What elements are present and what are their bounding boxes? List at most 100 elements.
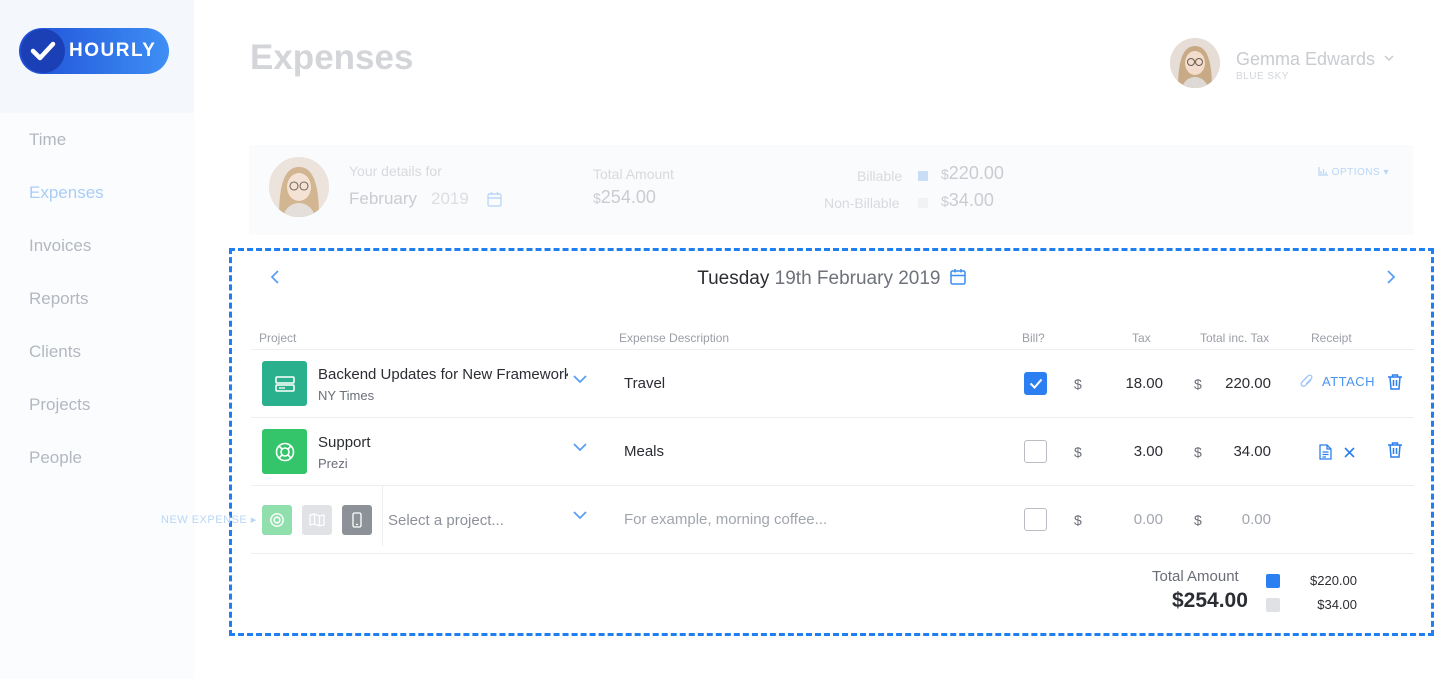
nonbillable-value: $34.00: [941, 190, 994, 211]
sidebar-item-reports[interactable]: Reports: [29, 289, 89, 309]
nonbillable-legend: [918, 198, 928, 208]
col-header-receipt: Receipt: [1311, 331, 1352, 345]
sidebar-item-people[interactable]: People: [29, 448, 82, 468]
total-input[interactable]: 0.00: [1201, 511, 1271, 528]
logo-area: HOURLY: [0, 0, 194, 113]
expense-description[interactable]: Meals: [624, 443, 664, 460]
tax-currency: $: [1074, 444, 1082, 460]
billable-value: $220.00: [941, 163, 1004, 184]
logo-text: HOURLY: [69, 40, 157, 61]
project-select[interactable]: Select a project...: [388, 512, 504, 529]
details-label: Your details for: [349, 163, 442, 179]
col-header-total: Total inc. Tax: [1200, 331, 1270, 345]
hourly-logo[interactable]: HOURLY: [19, 28, 169, 74]
project-name: Support: [318, 434, 371, 451]
sidebar-item-projects[interactable]: Projects: [29, 395, 90, 415]
server-icon: [262, 361, 307, 406]
billable-amount: 220.00: [948, 163, 1004, 183]
nonbillable-total: $34.00: [1317, 597, 1357, 612]
tax-value[interactable]: 18.00: [1093, 375, 1163, 392]
billable-checkbox[interactable]: [1024, 372, 1047, 395]
total-amount-value: $254.00: [593, 187, 656, 208]
description-input[interactable]: For example, morning coffee...: [624, 511, 827, 528]
phone-icon[interactable]: [342, 505, 372, 535]
billable-legend: [918, 171, 928, 181]
trash-icon[interactable]: [1387, 441, 1403, 458]
sidebar-item-time[interactable]: Time: [29, 130, 66, 150]
new-expense-label: NEW EXPENSE ▸: [161, 514, 257, 526]
expense-description[interactable]: Travel: [624, 375, 665, 392]
billable-label: Billable: [857, 168, 903, 184]
total-value: 254.00: [600, 187, 656, 207]
user-menu[interactable]: Gemma Edwards BLUE SKY: [1170, 38, 1410, 90]
chevron-down-icon[interactable]: [573, 443, 587, 452]
total-value[interactable]: 220.00: [1201, 375, 1271, 392]
calendar-icon[interactable]: [487, 191, 502, 207]
new-expense-text: NEW EXPENSE: [161, 514, 248, 526]
check-icon: [1029, 378, 1042, 389]
col-header-project: Project: [259, 331, 297, 345]
month-label: February: [349, 189, 418, 208]
nonbillable-currency: $: [941, 193, 949, 209]
col-header-tax: Tax: [1132, 331, 1151, 345]
client-name: NY Times: [318, 388, 375, 403]
lifebuoy-icon: [262, 429, 307, 474]
col-header-bill: Bill?: [1022, 331, 1045, 345]
divider: [251, 553, 1414, 554]
divider: [382, 486, 383, 546]
sidebar-item-invoices[interactable]: Invoices: [29, 236, 91, 256]
user-org: BLUE SKY: [1236, 71, 1289, 82]
new-expense-row: Select a project... For example, morning…: [251, 485, 1414, 553]
sidebar-item-clients[interactable]: Clients: [29, 342, 81, 362]
nonbillable-amount: 34.00: [948, 190, 994, 210]
sidebar: HOURLY Time Expenses Invoices Reports Cl…: [0, 0, 194, 679]
total-amount-label: Total Amount: [1152, 568, 1239, 585]
summary-bar: Your details for February 2019 Total Amo…: [249, 145, 1413, 235]
trash-icon[interactable]: [1387, 373, 1403, 390]
app-root: HOURLY Time Expenses Invoices Reports Cl…: [0, 0, 1445, 679]
billable-total: $220.00: [1310, 573, 1357, 588]
year-label: 2019: [431, 189, 469, 208]
map-icon[interactable]: [302, 505, 332, 535]
lifebuoy-icon[interactable]: [262, 505, 292, 535]
page-title: Expenses: [250, 38, 414, 77]
total-value[interactable]: 34.00: [1201, 443, 1271, 460]
tax-value[interactable]: 3.00: [1093, 443, 1163, 460]
receipt-file-icon[interactable]: [1319, 444, 1332, 460]
sidebar-item-expenses[interactable]: Expenses: [29, 183, 104, 203]
attach-receipt-button[interactable]: ATTACH: [1300, 374, 1375, 389]
billable-currency: $: [941, 166, 949, 182]
tax-currency: $: [1074, 376, 1082, 392]
weekday-label: Tuesday: [697, 268, 770, 289]
table-row: Support Prezi Meals $ 3.00 $ 34.00: [251, 417, 1414, 485]
options-label: OPTIONS: [1331, 167, 1381, 178]
user-name: Gemma Edwards: [1236, 49, 1394, 70]
date-label: 19th February 2019: [774, 268, 941, 289]
chevron-down-icon[interactable]: [573, 511, 587, 520]
table-row: Backend Updates for New Framework NY Tim…: [251, 349, 1414, 417]
calendar-icon[interactable]: [950, 268, 966, 285]
chevron-down-icon: [1384, 55, 1394, 62]
close-icon[interactable]: [1344, 447, 1355, 458]
paperclip-icon: [1300, 374, 1313, 387]
check-icon: [21, 29, 65, 73]
total-amount-label: Total Amount: [593, 166, 674, 182]
day-title: Tuesday 19th February 2019: [232, 268, 1431, 290]
attach-label: ATTACH: [1322, 374, 1376, 389]
total-amount-value: $254.00: [1172, 589, 1248, 612]
options-button[interactable]: OPTIONS ▾: [1318, 167, 1389, 178]
tax-currency: $: [1074, 512, 1082, 528]
chevron-down-icon[interactable]: [573, 375, 587, 384]
day-expenses-panel: Tuesday 19th February 2019 Project Expen…: [229, 248, 1434, 636]
bar-chart-icon: [1318, 167, 1329, 176]
col-header-description: Expense Description: [619, 331, 730, 345]
user-name-text: Gemma Edwards: [1236, 49, 1376, 69]
next-day-arrow[interactable]: [1386, 269, 1396, 285]
tax-input[interactable]: 0.00: [1093, 511, 1163, 528]
nonbillable-label: Non-Billable: [824, 195, 900, 211]
total-currency: $: [593, 190, 601, 206]
billable-checkbox[interactable]: [1024, 508, 1047, 531]
avatar: [269, 157, 329, 217]
avatar: [1170, 38, 1220, 88]
billable-checkbox[interactable]: [1024, 440, 1047, 463]
